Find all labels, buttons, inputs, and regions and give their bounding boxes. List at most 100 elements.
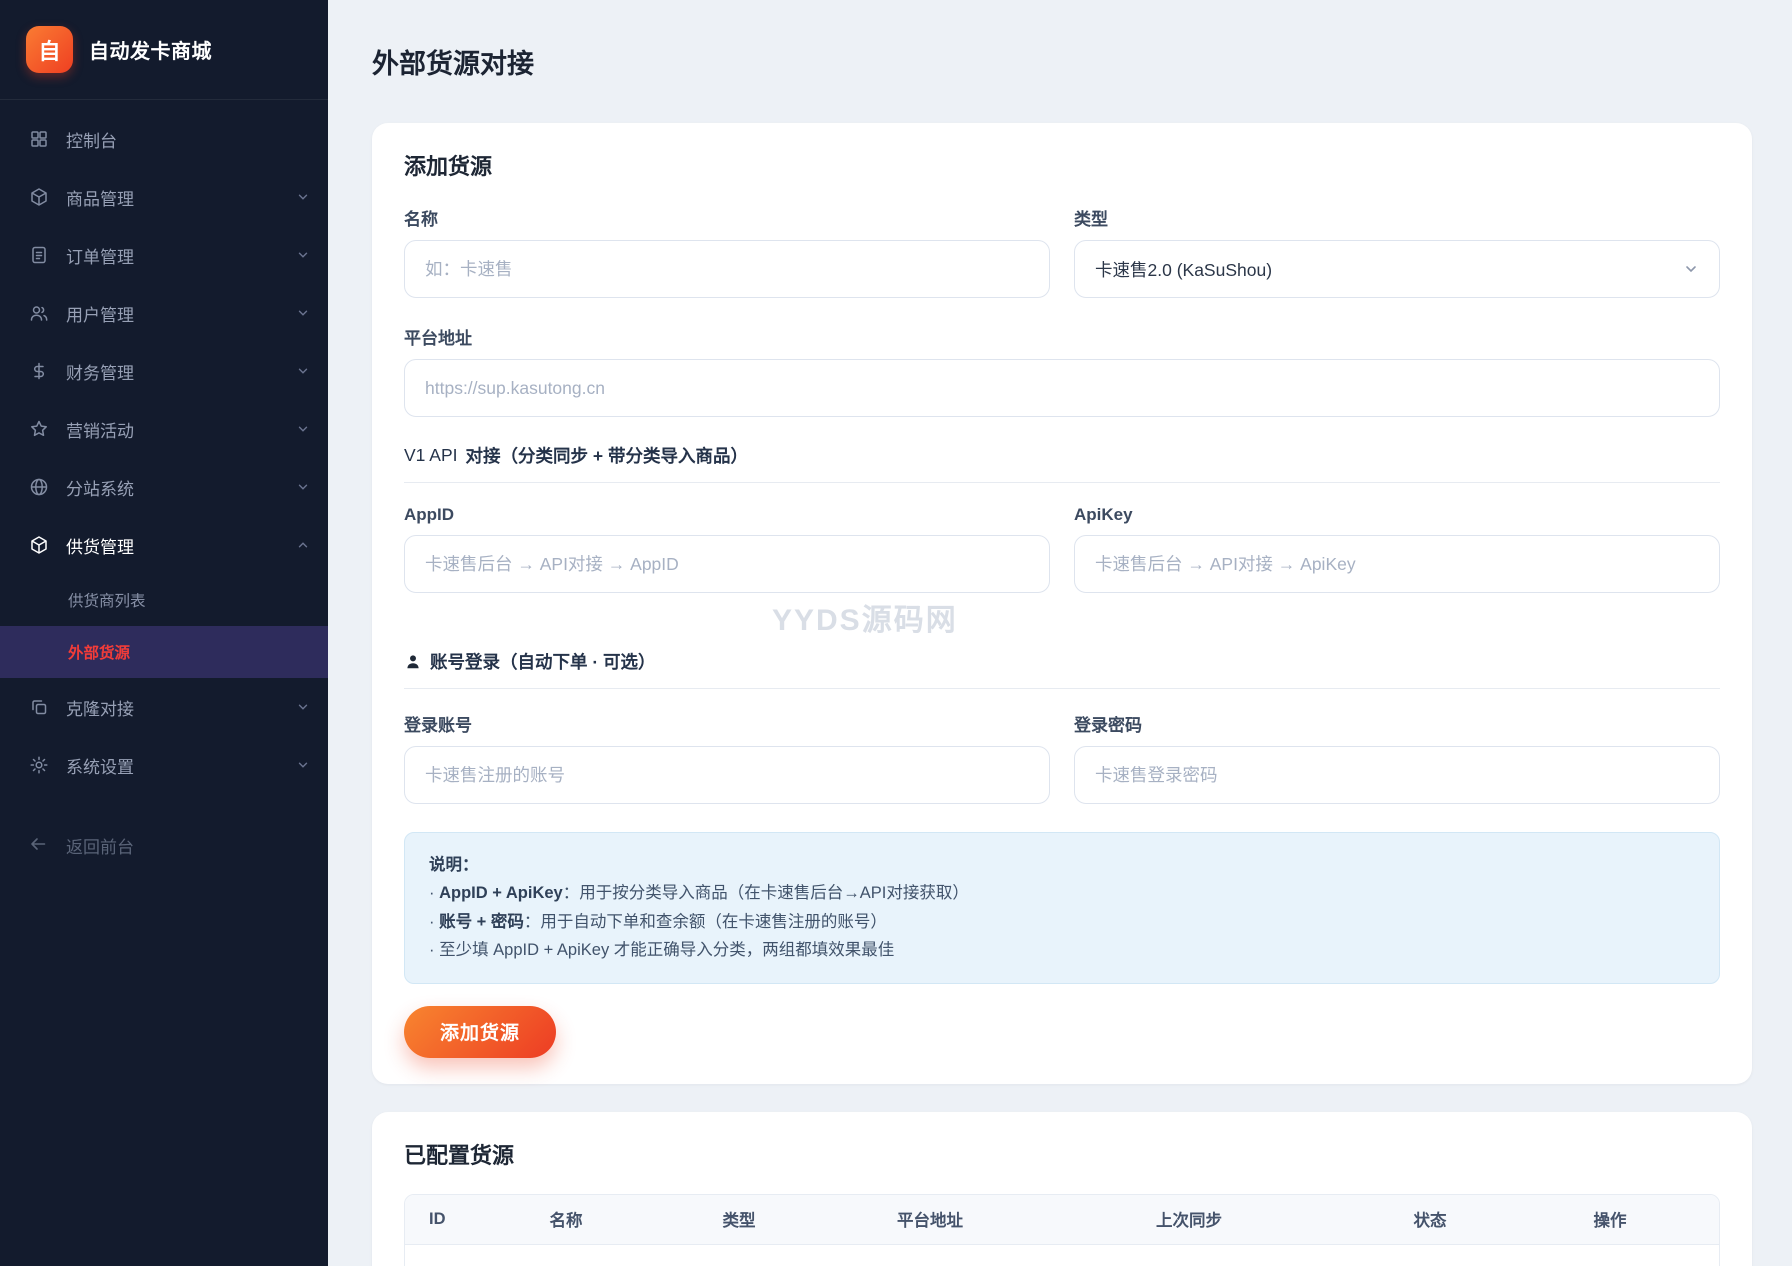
note-line: · 至少填 AppID + ApiKey 才能正确导入分类，两组都填效果最佳 <box>429 936 1695 964</box>
sidebar-item-label: 订单管理 <box>66 243 280 268</box>
configured-sources-card: 已配置货源 ID 名称 类型 平台地址 上次同步 状态 操作 暂无货源，请先添加 <box>372 1112 1752 1266</box>
col-type: 类型 <box>637 1207 841 1231</box>
chevron-down-icon <box>296 364 310 378</box>
configured-sources-title: 已配置货源 <box>404 1138 1720 1170</box>
sidebar-item-back-to-front[interactable]: 返回前台 <box>0 816 328 874</box>
name-input[interactable] <box>404 240 1050 298</box>
add-source-card-title: 添加货源 <box>404 149 1720 181</box>
col-id: ID <box>405 1210 495 1229</box>
sidebar-item-label: 返回前台 <box>66 833 134 858</box>
note-line: · AppID + ApiKey：用于按分类导入商品（在卡速售后台→API对接获… <box>429 879 1695 907</box>
note-box: 说明： · AppID + ApiKey：用于按分类导入商品（在卡速售后台→AP… <box>404 832 1720 984</box>
sidebar-item-label: 财务管理 <box>66 359 280 384</box>
account-field-group: 登录账号 <box>404 711 1050 804</box>
sidebar-item-label: 控制台 <box>66 127 310 152</box>
type-label: 类型 <box>1074 205 1720 230</box>
dashboard-grid-icon <box>28 128 50 150</box>
sidebar-item-finance[interactable]: 财务管理 <box>0 342 328 400</box>
logo: 自 自动发卡商城 <box>0 0 328 100</box>
name-field-group: 名称 <box>404 205 1050 298</box>
sidebar-item-users[interactable]: 用户管理 <box>0 284 328 342</box>
sidebar-item-label: 供货管理 <box>66 533 280 558</box>
chevron-down-icon <box>296 248 310 262</box>
document-icon <box>28 244 50 266</box>
platform-input[interactable] <box>404 359 1720 417</box>
platform-field-group: 平台地址 <box>404 324 1720 417</box>
api-section-title: 对接（分类同步 + 带分类导入商品） <box>466 443 748 468</box>
app-title: 自动发卡商城 <box>89 35 212 64</box>
table-header-row: ID 名称 类型 平台地址 上次同步 状态 操作 <box>405 1195 1719 1245</box>
package-icon <box>28 534 50 556</box>
arrow-left-icon <box>28 834 50 856</box>
type-select-value: 卡速售2.0 (KaSuShou) <box>1095 257 1272 282</box>
chevron-down-icon <box>296 306 310 320</box>
apikey-label: ApiKey <box>1074 505 1720 525</box>
col-status: 状态 <box>1359 1207 1501 1231</box>
gear-icon <box>28 754 50 776</box>
sidebar-item-marketing[interactable]: 营销活动 <box>0 400 328 458</box>
sidebar-item-substations[interactable]: 分站系统 <box>0 458 328 516</box>
chevron-up-icon <box>296 538 310 552</box>
chevron-down-icon <box>296 480 310 494</box>
sidebar-item-settings[interactable]: 系统设置 <box>0 736 328 794</box>
account-input[interactable] <box>404 746 1050 804</box>
person-icon <box>404 653 422 671</box>
api-section-header: V1 API 对接（分类同步 + 带分类导入商品） <box>404 443 1720 483</box>
sidebar-subitem-external-sources[interactable]: 外部货源 <box>0 626 328 678</box>
note-title: 说明： <box>429 851 1695 879</box>
sidebar-item-label: 商品管理 <box>66 185 280 210</box>
logo-icon: 自 <box>26 26 73 73</box>
sidebar-item-label: 系统设置 <box>66 753 280 778</box>
sidebar-item-orders[interactable]: 订单管理 <box>0 226 328 284</box>
login-section-title: 账号登录（自动下单 · 可选） <box>430 649 656 674</box>
sidebar-item-label: 营销活动 <box>66 417 280 442</box>
sidebar-nav: 控制台 商品管理 订单管理 用户管理 <box>0 100 328 1266</box>
api-section-prefix: V1 API <box>404 445 458 466</box>
app-window: 自 自动发卡商城 控制台 商品管理 订单管理 <box>0 0 1792 1266</box>
sidebar-item-products[interactable]: 商品管理 <box>0 168 328 226</box>
col-actions: 操作 <box>1501 1207 1719 1231</box>
chevron-down-icon <box>296 758 310 772</box>
type-field-group: 类型 卡速售2.0 (KaSuShou) <box>1074 205 1720 298</box>
star-icon <box>28 418 50 440</box>
appid-input[interactable] <box>404 535 1050 593</box>
note-line: · 账号 + 密码：用于自动下单和查余额（在卡速售注册的账号） <box>429 908 1695 936</box>
chevron-down-icon <box>296 190 310 204</box>
col-platform: 平台地址 <box>841 1207 1019 1231</box>
main-content: 外部货源对接 添加货源 名称 类型 卡速售2.0 (KaSuShou) 平台 <box>328 0 1792 1266</box>
sidebar-item-label: 分站系统 <box>66 475 280 500</box>
sidebar: 自 自动发卡商城 控制台 商品管理 订单管理 <box>0 0 328 1266</box>
sidebar-item-dashboard[interactable]: 控制台 <box>0 110 328 168</box>
page-title: 外部货源对接 <box>372 42 1752 81</box>
chevron-down-icon <box>1683 261 1699 277</box>
password-input[interactable] <box>1074 746 1720 804</box>
col-last-sync: 上次同步 <box>1019 1207 1359 1231</box>
appid-field-group: AppID <box>404 505 1050 593</box>
add-source-card: 添加货源 名称 类型 卡速售2.0 (KaSuShou) 平台地址 <box>372 123 1752 1084</box>
apikey-field-group: ApiKey <box>1074 505 1720 593</box>
sidebar-item-label: 供货商列表 <box>68 589 146 611</box>
sidebar-item-clone[interactable]: 克隆对接 <box>0 678 328 736</box>
sidebar-item-label: 外部货源 <box>68 641 130 663</box>
type-select[interactable]: 卡速售2.0 (KaSuShou) <box>1074 240 1720 298</box>
account-label: 登录账号 <box>404 711 1050 736</box>
platform-label: 平台地址 <box>404 324 1720 349</box>
sources-table: ID 名称 类型 平台地址 上次同步 状态 操作 暂无货源，请先添加 <box>404 1194 1720 1266</box>
sidebar-item-supply[interactable]: 供货管理 <box>0 516 328 574</box>
sidebar-item-label: 克隆对接 <box>66 695 280 720</box>
dollar-icon <box>28 360 50 382</box>
name-label: 名称 <box>404 205 1050 230</box>
globe-icon <box>28 476 50 498</box>
appid-label: AppID <box>404 505 1050 525</box>
password-field-group: 登录密码 <box>1074 711 1720 804</box>
sidebar-item-label: 用户管理 <box>66 301 280 326</box>
chevron-down-icon <box>296 700 310 714</box>
chevron-down-icon <box>296 422 310 436</box>
sidebar-subitem-supplier-list[interactable]: 供货商列表 <box>0 574 328 626</box>
col-name: 名称 <box>495 1207 637 1231</box>
users-icon <box>28 302 50 324</box>
apikey-input[interactable] <box>1074 535 1720 593</box>
add-source-button[interactable]: 添加货源 <box>404 1006 556 1058</box>
box-icon <box>28 186 50 208</box>
copy-icon <box>28 696 50 718</box>
